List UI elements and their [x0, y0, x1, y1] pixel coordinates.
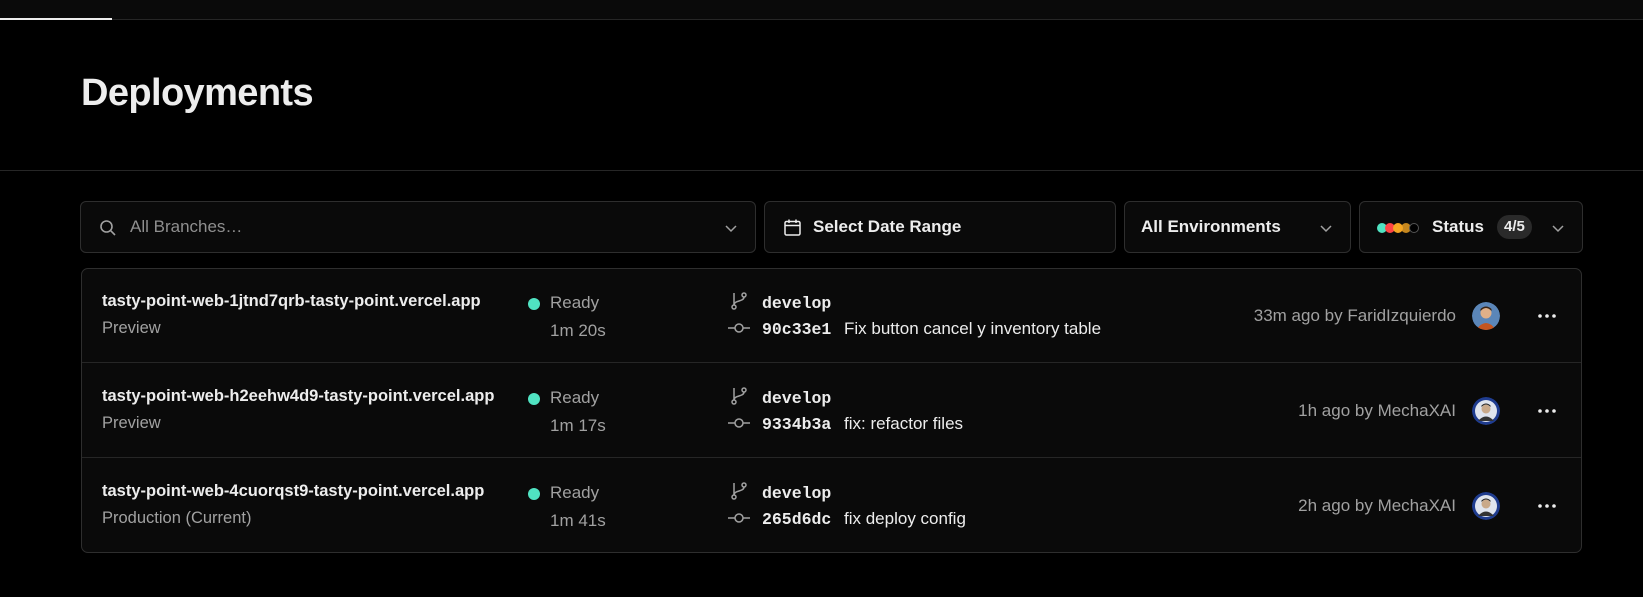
more-options-button[interactable] [1532, 301, 1562, 331]
deployment-row[interactable]: tasty-point-web-h2eehw4d9-tasty-point.ve… [82, 364, 1581, 458]
ellipsis-icon [1538, 409, 1556, 413]
deployment-row[interactable]: tasty-point-web-4cuorqst9-tasty-point.ve… [82, 459, 1581, 552]
branch-search-input[interactable] [130, 202, 690, 252]
git-commit-icon [728, 418, 750, 428]
more-options-button[interactable] [1532, 491, 1562, 521]
deployment-meta: 2h ago by MechaXAI [1298, 496, 1456, 515]
active-tab-indicator [0, 18, 112, 20]
branch-name[interactable]: develop [762, 389, 831, 408]
deployment-duration: 1m 17s [550, 416, 606, 435]
deployment-environment: Preview [102, 414, 161, 432]
status-filter[interactable]: Status 4/5 [1359, 201, 1583, 253]
deployment-status: Ready [550, 388, 600, 407]
commit-hash[interactable]: 90c33e1 [762, 320, 831, 339]
chevron-down-icon [1552, 225, 1564, 233]
branch-name[interactable]: develop [762, 484, 831, 503]
avatar[interactable] [1472, 492, 1500, 520]
avatar[interactable] [1472, 302, 1500, 330]
status-label: Status [1432, 217, 1484, 236]
search-icon [100, 220, 116, 236]
chevron-down-icon [1320, 225, 1332, 233]
ellipsis-icon [1538, 504, 1556, 508]
deployment-row[interactable]: tasty-point-web-1jtnd7qrb-tasty-point.ve… [82, 269, 1581, 363]
deployment-url[interactable]: tasty-point-web-4cuorqst9-tasty-point.ve… [102, 482, 507, 501]
deployment-duration: 1m 20s [550, 321, 606, 340]
environment-label: All Environments [1141, 217, 1281, 236]
deployment-meta: 33m ago by FaridIzquierdo [1253, 306, 1456, 325]
deployment-url[interactable]: tasty-point-web-1jtnd7qrb-tasty-point.ve… [102, 292, 507, 311]
git-branch-icon [731, 387, 747, 405]
calendar-icon [784, 219, 801, 236]
ellipsis-icon [1538, 314, 1556, 318]
status-colors-icon [1377, 223, 1419, 233]
page-title: Deployments [81, 72, 314, 114]
deployment-status: Ready [550, 293, 600, 312]
ready-status-dot [528, 298, 540, 310]
deployment-url[interactable]: tasty-point-web-h2eehw4d9-tasty-point.ve… [102, 387, 507, 406]
git-commit-icon [728, 513, 750, 523]
date-range-label: Select Date Range [813, 217, 962, 236]
branch-filter[interactable] [80, 201, 756, 253]
deployment-environment: Preview [102, 319, 161, 337]
deployment-duration: 1m 41s [550, 511, 606, 530]
git-branch-icon [731, 482, 747, 500]
date-range-filter[interactable]: Select Date Range [764, 201, 1116, 253]
ready-status-dot [528, 393, 540, 405]
deployment-meta: 1h ago by MechaXAI [1298, 401, 1456, 420]
branch-name[interactable]: develop [762, 294, 831, 313]
deployment-status: Ready [550, 483, 600, 502]
commit-hash[interactable]: 265d6dc [762, 510, 831, 529]
commit-hash[interactable]: 9334b3a [762, 415, 831, 434]
more-options-button[interactable] [1532, 396, 1562, 426]
commit-message: fix: refactor files [844, 414, 964, 433]
deployments-list: tasty-point-web-1jtnd7qrb-tasty-point.ve… [81, 268, 1582, 553]
commit-message: fix deploy config [844, 509, 966, 528]
git-branch-icon [731, 292, 747, 310]
environment-filter[interactable]: All Environments [1124, 201, 1351, 253]
commit-message: Fix button cancel y inventory table [844, 319, 1102, 338]
chevron-down-icon[interactable] [723, 220, 739, 236]
top-navigation-bar [0, 0, 1643, 20]
avatar[interactable] [1472, 397, 1500, 425]
git-commit-icon [728, 323, 750, 333]
header-divider [0, 170, 1643, 171]
status-count-badge: 4/5 [1497, 215, 1532, 239]
ready-status-dot [528, 488, 540, 500]
deployment-environment: Production (Current) [102, 509, 252, 527]
